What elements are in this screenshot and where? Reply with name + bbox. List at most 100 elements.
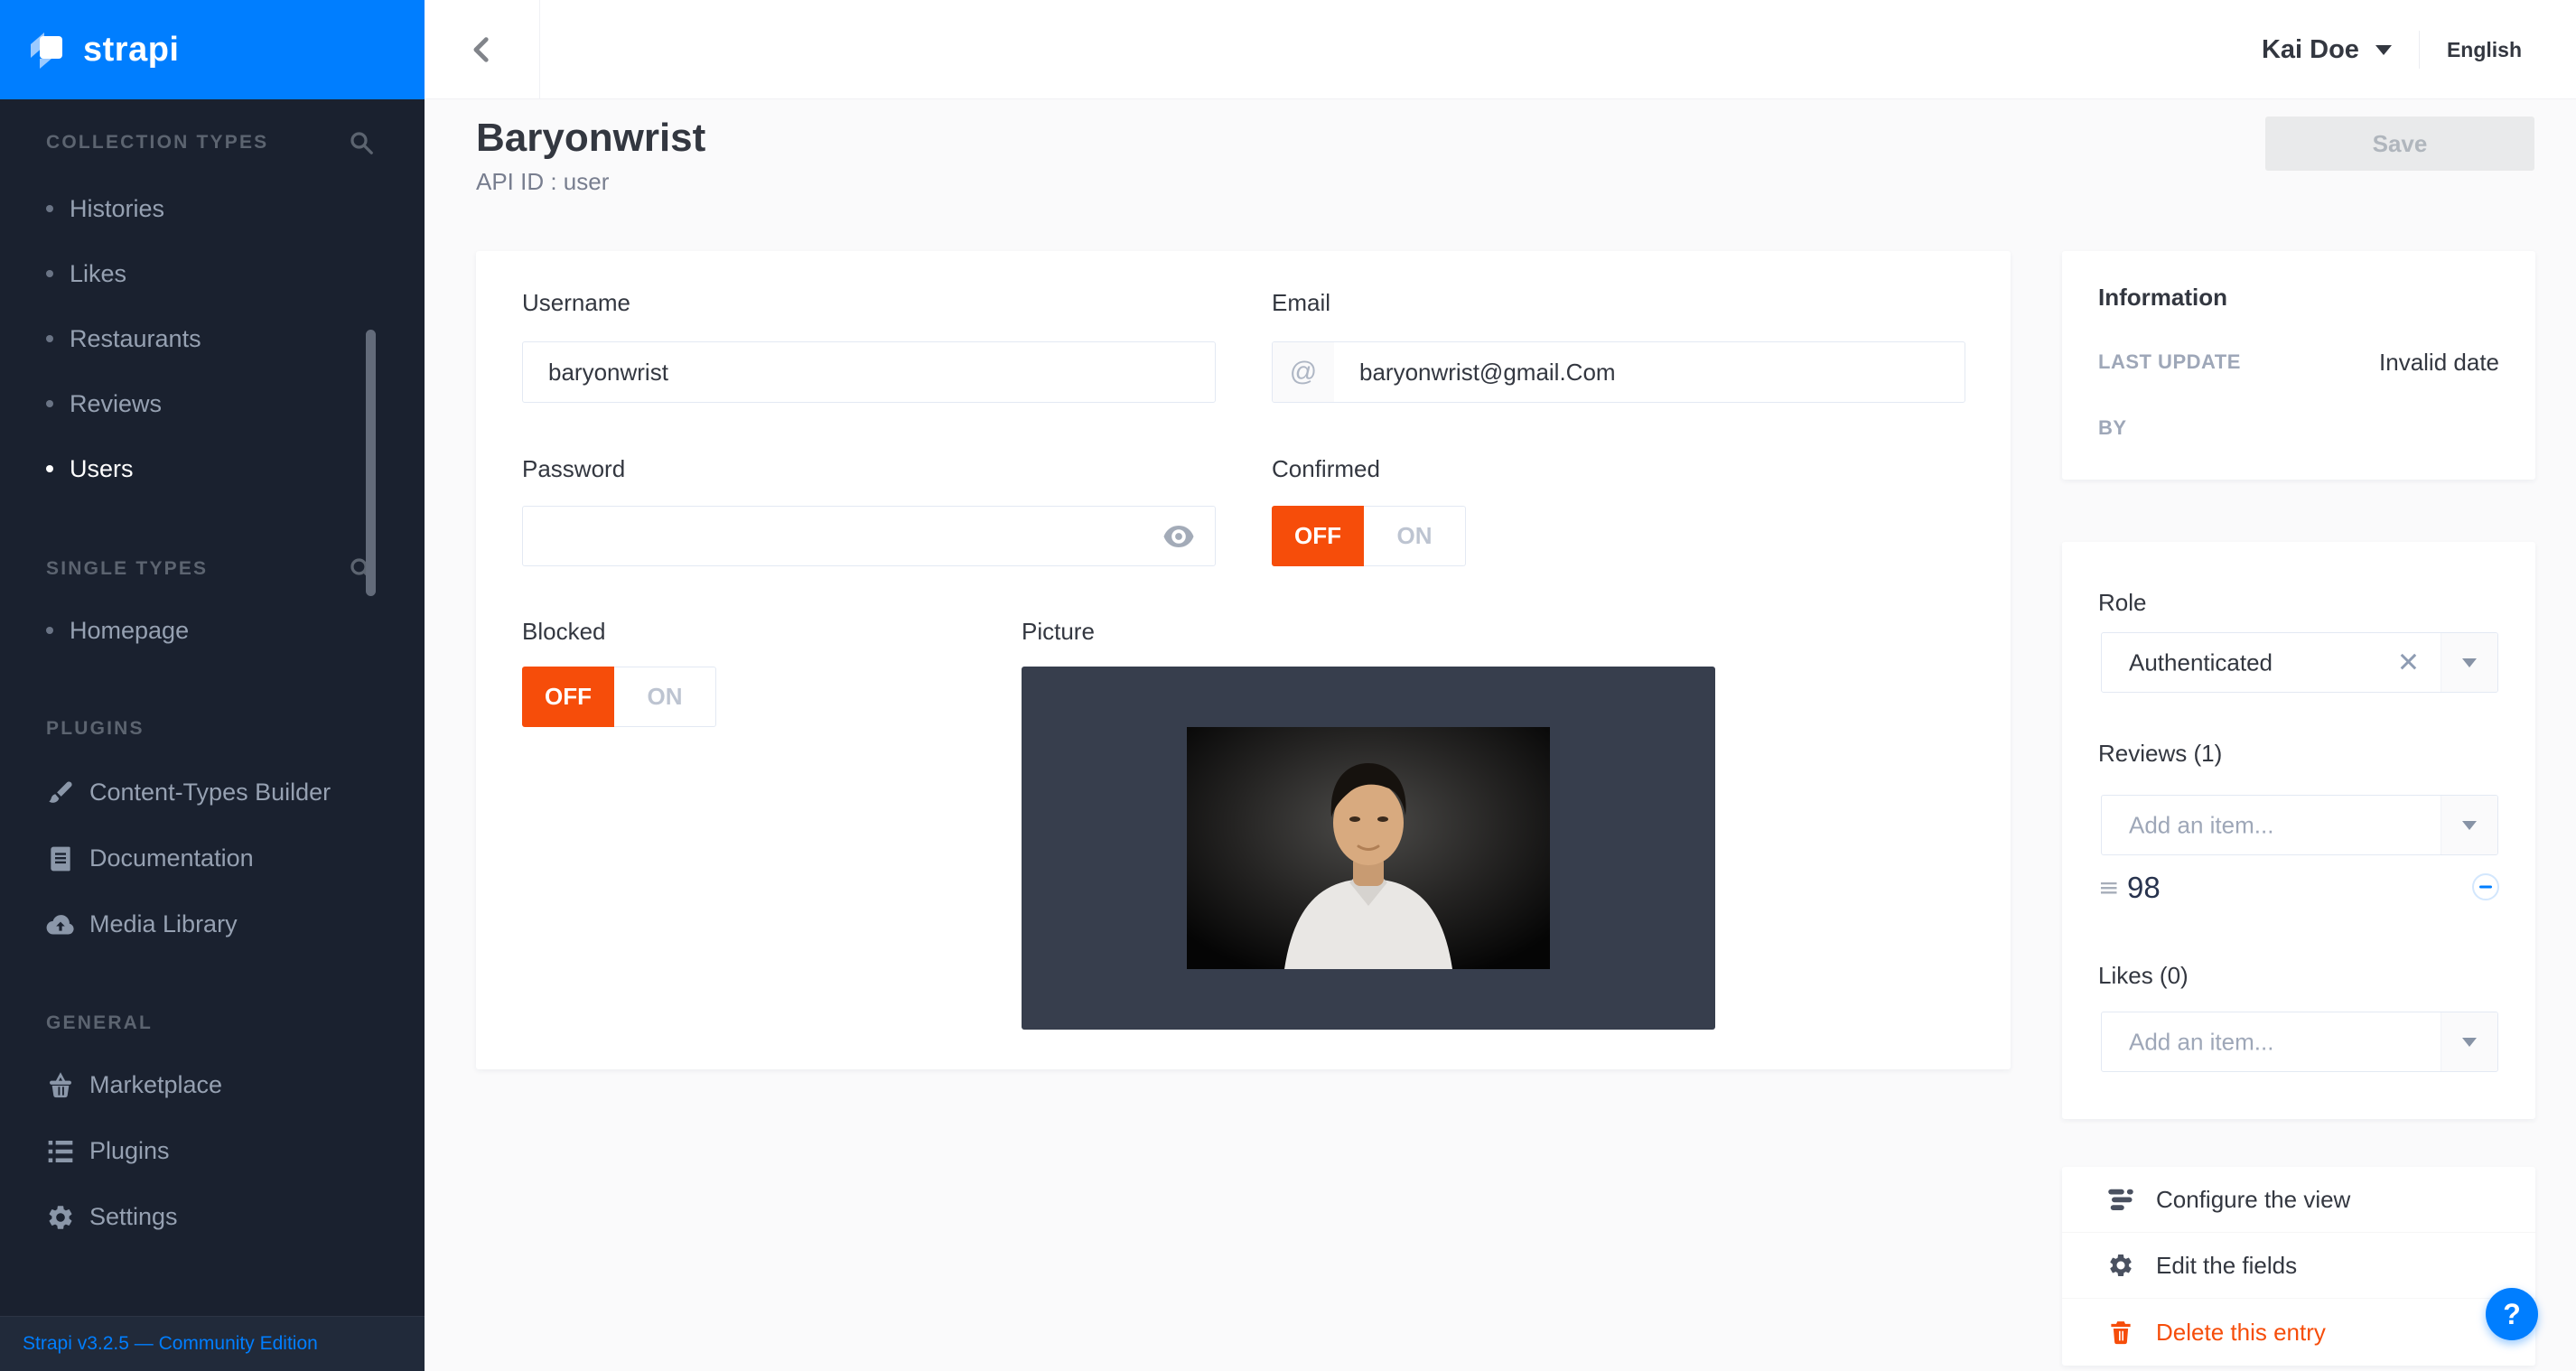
strapi-logo-icon xyxy=(29,29,69,70)
gear-icon xyxy=(2107,1252,2134,1279)
general-list: Marketplace Plugins Settings xyxy=(0,1052,425,1250)
select-arrow-zone[interactable] xyxy=(2441,796,2497,854)
edit-form-card: Username Email @ Password Confirmed OFF … xyxy=(476,251,2011,1069)
blocked-toggle-off[interactable]: OFF xyxy=(522,667,614,727)
sidebar-item-marketplace[interactable]: Marketplace xyxy=(0,1052,425,1118)
bullet-icon xyxy=(46,465,53,472)
sidebar-item-label: Histories xyxy=(70,195,164,223)
sidebar-item-label: Plugins xyxy=(89,1137,170,1165)
sidebar-item-documentation[interactable]: Documentation xyxy=(0,825,425,891)
role-label: Role xyxy=(2098,589,2146,617)
chevron-down-icon xyxy=(2375,45,2392,55)
clear-icon[interactable]: ✕ xyxy=(2397,647,2420,678)
bullet-icon xyxy=(46,627,53,634)
role-value: Authenticated xyxy=(2129,648,2273,676)
email-input[interactable] xyxy=(1334,342,1965,402)
section-title-general: GENERAL xyxy=(46,1012,375,1034)
delete-entry-label: Delete this entry xyxy=(2156,1319,2326,1347)
blocked-toggle-on[interactable]: ON xyxy=(614,667,716,727)
email-field-wrap: @ xyxy=(1272,341,1965,403)
information-title: Information xyxy=(2098,284,2227,312)
actions-card: Configure the view Edit the fields xyxy=(2062,1167,2535,1366)
password-input[interactable] xyxy=(523,507,1215,565)
likes-add-select[interactable]: Add an item... xyxy=(2101,1012,2498,1072)
relations-card: Role Authenticated ✕ Reviews (1) Add an … xyxy=(2062,542,2535,1119)
sidebar-item-likes[interactable]: Likes xyxy=(0,241,425,306)
collection-types-list: Histories Likes Restaurants Reviews User… xyxy=(0,176,425,501)
eye-icon[interactable] xyxy=(1162,525,1195,548)
sidebar-item-label: Media Library xyxy=(89,910,238,938)
reviews-placeholder: Add an item... xyxy=(2129,811,2273,839)
username-input[interactable] xyxy=(523,342,1215,402)
logo-text: strapi xyxy=(83,31,179,70)
basket-icon xyxy=(46,1071,75,1100)
sidebar-item-content-types-builder[interactable]: Content-Types Builder xyxy=(0,760,425,825)
select-arrow-zone[interactable] xyxy=(2441,633,2497,692)
blocked-label: Blocked xyxy=(522,618,606,646)
single-types-list: Homepage xyxy=(0,598,425,663)
username-field-wrap xyxy=(522,341,1216,403)
configure-view-label: Configure the view xyxy=(2156,1186,2350,1214)
back-button[interactable] xyxy=(425,0,540,99)
select-arrow-zone[interactable] xyxy=(2441,1012,2497,1071)
help-button[interactable]: ? xyxy=(2486,1288,2538,1340)
sidebar-item-label: Restaurants xyxy=(70,325,201,353)
reviews-add-select[interactable]: Add an item... xyxy=(2101,795,2498,855)
at-sign-icon: @ xyxy=(1273,342,1334,402)
bullet-icon xyxy=(46,270,53,277)
sidebar-item-settings[interactable]: Settings xyxy=(0,1184,425,1250)
confirmed-toggle-on[interactable]: ON xyxy=(1364,506,1466,566)
picture-field[interactable] xyxy=(1022,667,1715,1030)
delete-entry-button[interactable]: Delete this entry xyxy=(2062,1299,2535,1366)
chevron-down-icon xyxy=(2462,1038,2477,1047)
sidebar-item-users[interactable]: Users xyxy=(0,436,425,501)
sidebar-item-label: Homepage xyxy=(70,617,189,645)
divider xyxy=(2419,31,2420,69)
trash-icon xyxy=(2107,1319,2134,1346)
blocked-toggle: OFF ON xyxy=(522,667,716,727)
sidebar-item-media-library[interactable]: Media Library xyxy=(0,891,425,957)
content-area: Baryonwrist API ID : user Save Username … xyxy=(425,99,2576,1371)
language-selector[interactable]: English xyxy=(2447,38,2522,62)
strapi-version-link[interactable]: Strapi v3.2.5 — Community Edition xyxy=(23,1333,318,1355)
sidebar-item-homepage[interactable]: Homepage xyxy=(0,598,425,663)
sidebar-item-label: Settings xyxy=(89,1203,178,1231)
sidebar-item-histories[interactable]: Histories xyxy=(0,176,425,241)
role-select[interactable]: Authenticated ✕ xyxy=(2101,632,2498,693)
remove-item-button[interactable] xyxy=(2472,873,2499,900)
confirmed-toggle-off[interactable]: OFF xyxy=(1272,506,1364,566)
edit-fields-label: Edit the fields xyxy=(2156,1252,2297,1280)
section-title-collection-types: COLLECTION TYPES xyxy=(46,132,348,154)
chevron-down-icon xyxy=(2462,821,2477,830)
right-panel: Information LAST UPDATE Invalid date BY … xyxy=(2062,251,2535,1366)
search-icon[interactable] xyxy=(348,129,375,156)
sidebar-item-label: Marketplace xyxy=(89,1071,222,1099)
sidebar: strapi COLLECTION TYPES Histories Likes … xyxy=(0,0,425,1371)
password-field-wrap xyxy=(522,506,1216,566)
edit-fields-button[interactable]: Edit the fields xyxy=(2062,1233,2535,1299)
sidebar-scrollbar[interactable] xyxy=(366,330,376,596)
chevron-down-icon xyxy=(2462,658,2477,667)
last-update-label: LAST UPDATE xyxy=(2098,350,2241,374)
gear-icon xyxy=(46,1203,75,1232)
strapi-logo[interactable]: strapi xyxy=(0,0,425,99)
top-bar: Kai Doe English xyxy=(425,0,2576,99)
sidebar-nav: COLLECTION TYPES Histories Likes Restaur… xyxy=(0,99,425,1250)
confirmed-label: Confirmed xyxy=(1272,455,1380,483)
review-item-link[interactable]: 98 xyxy=(2127,871,2161,905)
plugins-list: Content-Types Builder Documentation Medi… xyxy=(0,760,425,957)
sidebar-item-plugins[interactable]: Plugins xyxy=(0,1118,425,1184)
user-menu[interactable]: Kai Doe xyxy=(2262,35,2392,65)
sidebar-item-restaurants[interactable]: Restaurants xyxy=(0,306,425,371)
likes-placeholder: Add an item... xyxy=(2129,1028,2273,1056)
confirmed-toggle: OFF ON xyxy=(1272,506,1466,566)
likes-label: Likes (0) xyxy=(2098,962,2189,990)
username-label: Username xyxy=(522,289,630,317)
section-title-plugins: PLUGINS xyxy=(46,718,375,740)
review-relation-item: ≡ 98 xyxy=(2062,869,2535,909)
drag-handle-icon[interactable]: ≡ xyxy=(2098,872,2119,902)
cloud-upload-icon xyxy=(46,910,75,939)
configure-view-button[interactable]: Configure the view xyxy=(2062,1167,2535,1233)
save-button[interactable]: Save xyxy=(2265,117,2534,171)
sidebar-item-reviews[interactable]: Reviews xyxy=(0,371,425,436)
